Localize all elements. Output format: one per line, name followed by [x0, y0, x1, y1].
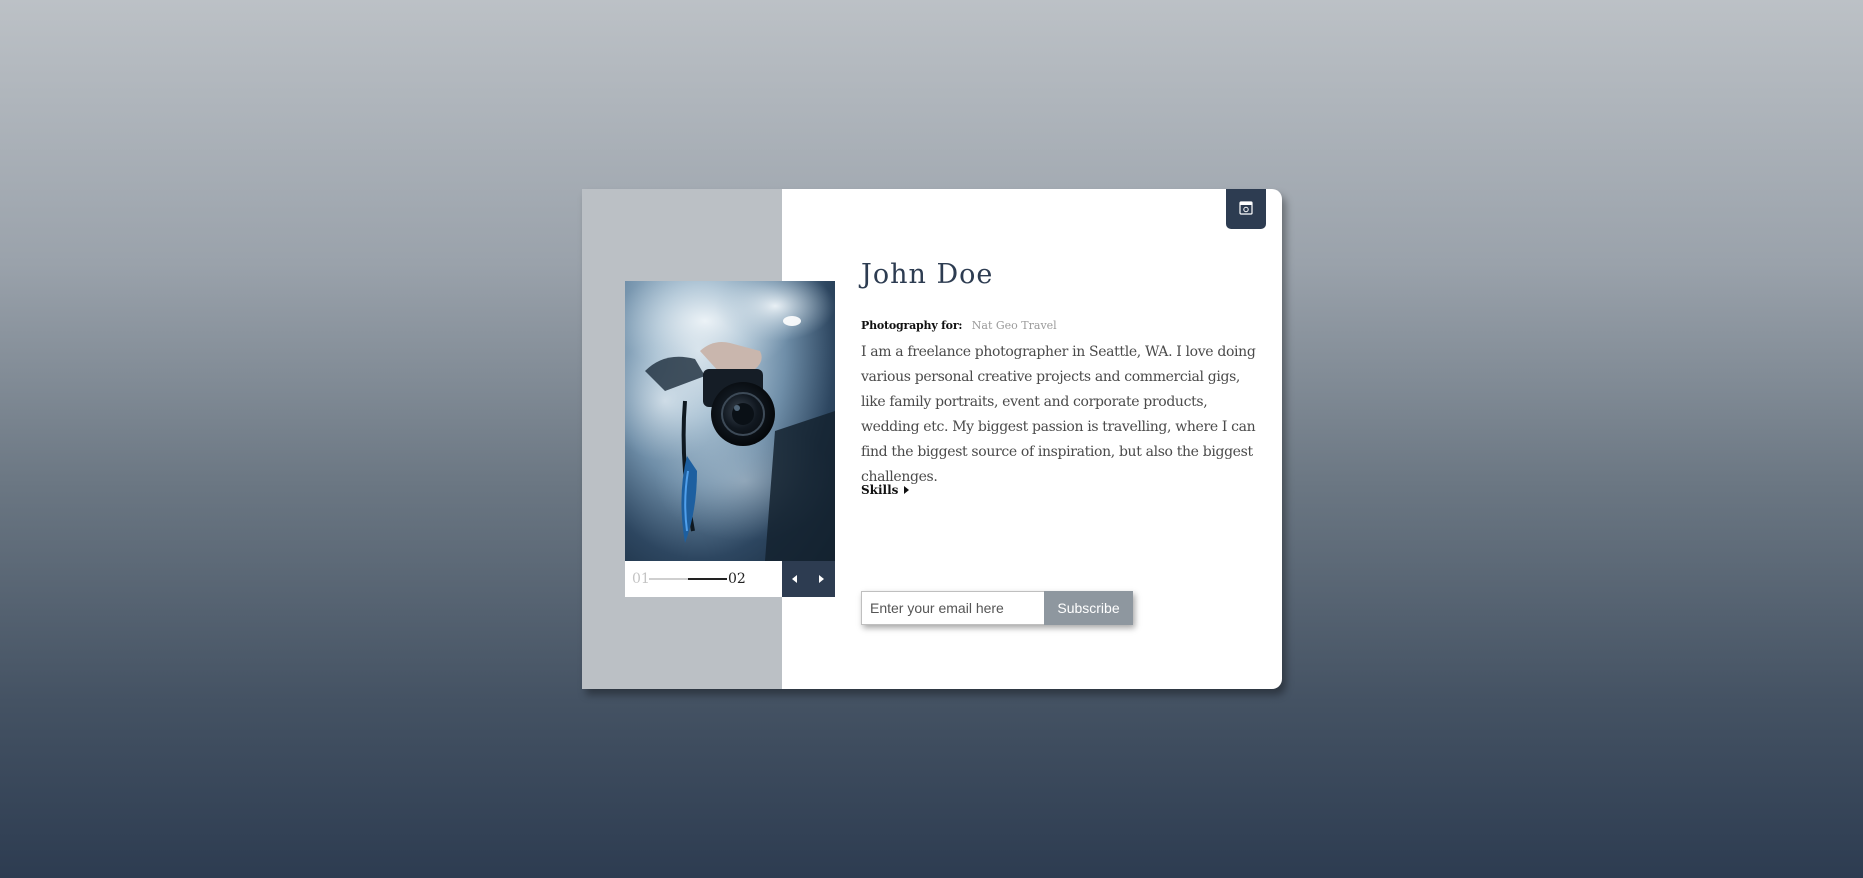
slide-current-number: 01	[632, 571, 650, 587]
work-label: Photography for:	[861, 319, 963, 332]
slide-prev-button[interactable]	[782, 561, 808, 597]
subscribe-button[interactable]: Subscribe	[1044, 591, 1133, 625]
slide-next-button[interactable]	[808, 561, 834, 597]
work-value: Nat Geo Travel	[971, 319, 1057, 332]
subscribe-form: Subscribe	[861, 591, 1133, 625]
slide-progress-fill	[688, 578, 727, 580]
slider-bar: 01 02	[625, 561, 835, 597]
profile-card: 01 02 John Doe Photography for: Nat Geo …	[582, 189, 1282, 689]
skills-toggle[interactable]: Skills	[861, 483, 910, 497]
caret-right-icon	[904, 486, 910, 494]
email-input[interactable]	[861, 591, 1044, 625]
photographer-image	[625, 281, 835, 561]
work-line: Photography for: Nat Geo Travel	[861, 319, 1057, 333]
slide-progress-track	[649, 578, 727, 580]
profile-bio: I am a freelance photographer in Seattle…	[861, 344, 1256, 485]
skills-label: Skills	[861, 483, 899, 497]
calendar-button[interactable]	[1226, 189, 1266, 229]
profile-name: John Doe	[861, 259, 994, 290]
triangle-right-icon	[819, 575, 824, 583]
slider-nav	[782, 561, 835, 597]
photo-slider: 01 02	[625, 281, 835, 597]
triangle-left-icon	[792, 575, 797, 583]
slide-photo	[625, 281, 835, 561]
slide-total-number: 02	[728, 571, 746, 587]
calendar-icon	[1239, 201, 1253, 215]
